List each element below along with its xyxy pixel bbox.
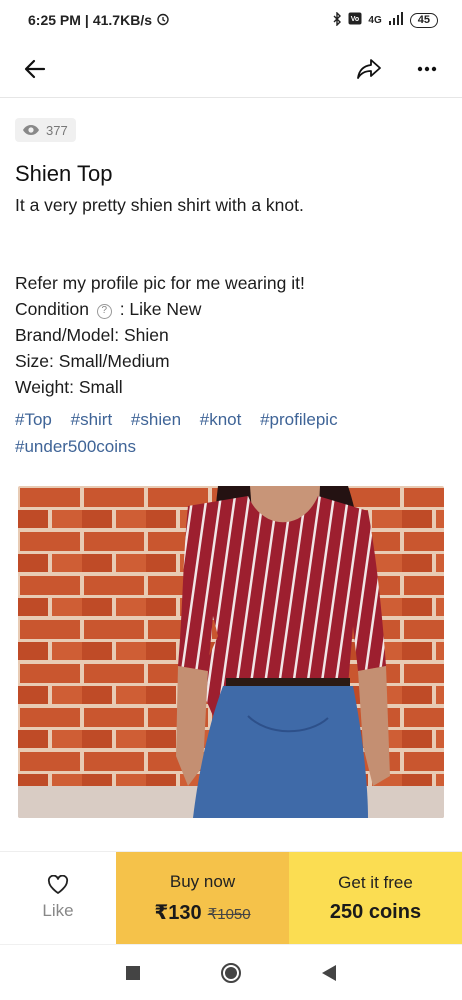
status-separator: | xyxy=(84,12,89,28)
heart-icon xyxy=(47,875,69,894)
bluetooth-icon xyxy=(332,10,342,29)
back-button[interactable] xyxy=(22,56,48,82)
tag-knot[interactable]: #knot xyxy=(200,410,242,429)
status-bar: 6:25 PM | 41.7KB/s Vo 4G 45 xyxy=(0,0,462,40)
status-speed: 41.7KB/s xyxy=(92,12,152,28)
tag-list: #Top #shirt #shien #knot #profilepic #un… xyxy=(15,406,447,460)
tag-shirt[interactable]: #shirt xyxy=(71,410,113,429)
original-price: ₹1050 xyxy=(207,905,251,923)
listing-description: It a very pretty shien shirt with a knot… xyxy=(15,192,447,400)
like-button[interactable]: Like xyxy=(0,852,116,944)
weight-row: Weight: Small xyxy=(15,377,123,397)
views-badge: 377 xyxy=(15,118,76,142)
tag-shien[interactable]: #shien xyxy=(131,410,181,429)
condition-value: : Like New xyxy=(119,299,202,319)
brand-row: Brand/Model: Shien xyxy=(15,325,169,345)
system-nav-bar xyxy=(0,944,462,1000)
description-line: It a very pretty shien shirt with a knot… xyxy=(15,195,304,215)
svg-text:Vo: Vo xyxy=(351,16,359,23)
tag-top[interactable]: #Top xyxy=(15,410,52,429)
tag-under500coins[interactable]: #under500coins xyxy=(15,437,136,456)
buy-now-button[interactable]: Buy now ₹130 ₹1050 xyxy=(116,852,289,944)
circle-home-icon xyxy=(221,962,241,983)
buy-price: ₹130 xyxy=(154,901,202,924)
help-icon[interactable]: ? xyxy=(96,303,112,319)
get-it-free-label: Get it free xyxy=(338,872,413,892)
recents-button[interactable] xyxy=(120,960,146,986)
eye-icon xyxy=(23,125,39,135)
share-icon xyxy=(357,58,381,79)
listing-content: 377 Shien Top It a very pretty shien shi… xyxy=(0,98,462,460)
condition-label: Condition xyxy=(15,299,89,319)
size-row: Size: Small/Medium xyxy=(15,351,170,371)
action-bar: Like Buy now ₹130 ₹1050 Get it free 250 c… xyxy=(0,851,462,944)
share-button[interactable] xyxy=(356,56,382,82)
home-button[interactable] xyxy=(218,960,244,986)
battery-indicator: 45 xyxy=(409,12,438,28)
listing-title: Shien Top xyxy=(15,161,113,186)
triangle-back-icon xyxy=(322,964,336,981)
app-bar-actions xyxy=(356,56,440,82)
buy-price-row: ₹130 ₹1050 xyxy=(154,900,250,925)
product-photo-illustration xyxy=(18,486,444,818)
description-line: Refer my profile pic for me wearing it! xyxy=(15,273,305,293)
network-type: 4G xyxy=(368,14,382,26)
like-label: Like xyxy=(42,901,74,920)
back-nav-button[interactable] xyxy=(316,960,342,986)
app-bar xyxy=(0,40,462,98)
product-photo[interactable] xyxy=(18,486,444,818)
volte-icon: Vo xyxy=(348,12,362,28)
status-time: 6:25 PM xyxy=(28,12,81,28)
alarm-icon xyxy=(156,12,170,29)
coins-price: 250 coins xyxy=(329,900,422,923)
status-left: 6:25 PM | 41.7KB/s xyxy=(28,12,170,29)
signal-icon xyxy=(388,12,404,28)
condition-row: Condition ? : Like New xyxy=(15,296,447,322)
views-count: 377 xyxy=(46,122,68,138)
get-it-free-button[interactable]: Get it free 250 coins xyxy=(289,852,462,944)
buy-now-label: Buy now xyxy=(169,871,236,891)
arrow-left-icon xyxy=(24,59,46,78)
tag-profilepic[interactable]: #profilepic xyxy=(260,410,338,429)
more-button[interactable] xyxy=(414,56,440,82)
more-dots-icon xyxy=(417,66,437,71)
square-icon xyxy=(126,965,140,980)
status-right: Vo 4G 45 xyxy=(332,10,438,29)
